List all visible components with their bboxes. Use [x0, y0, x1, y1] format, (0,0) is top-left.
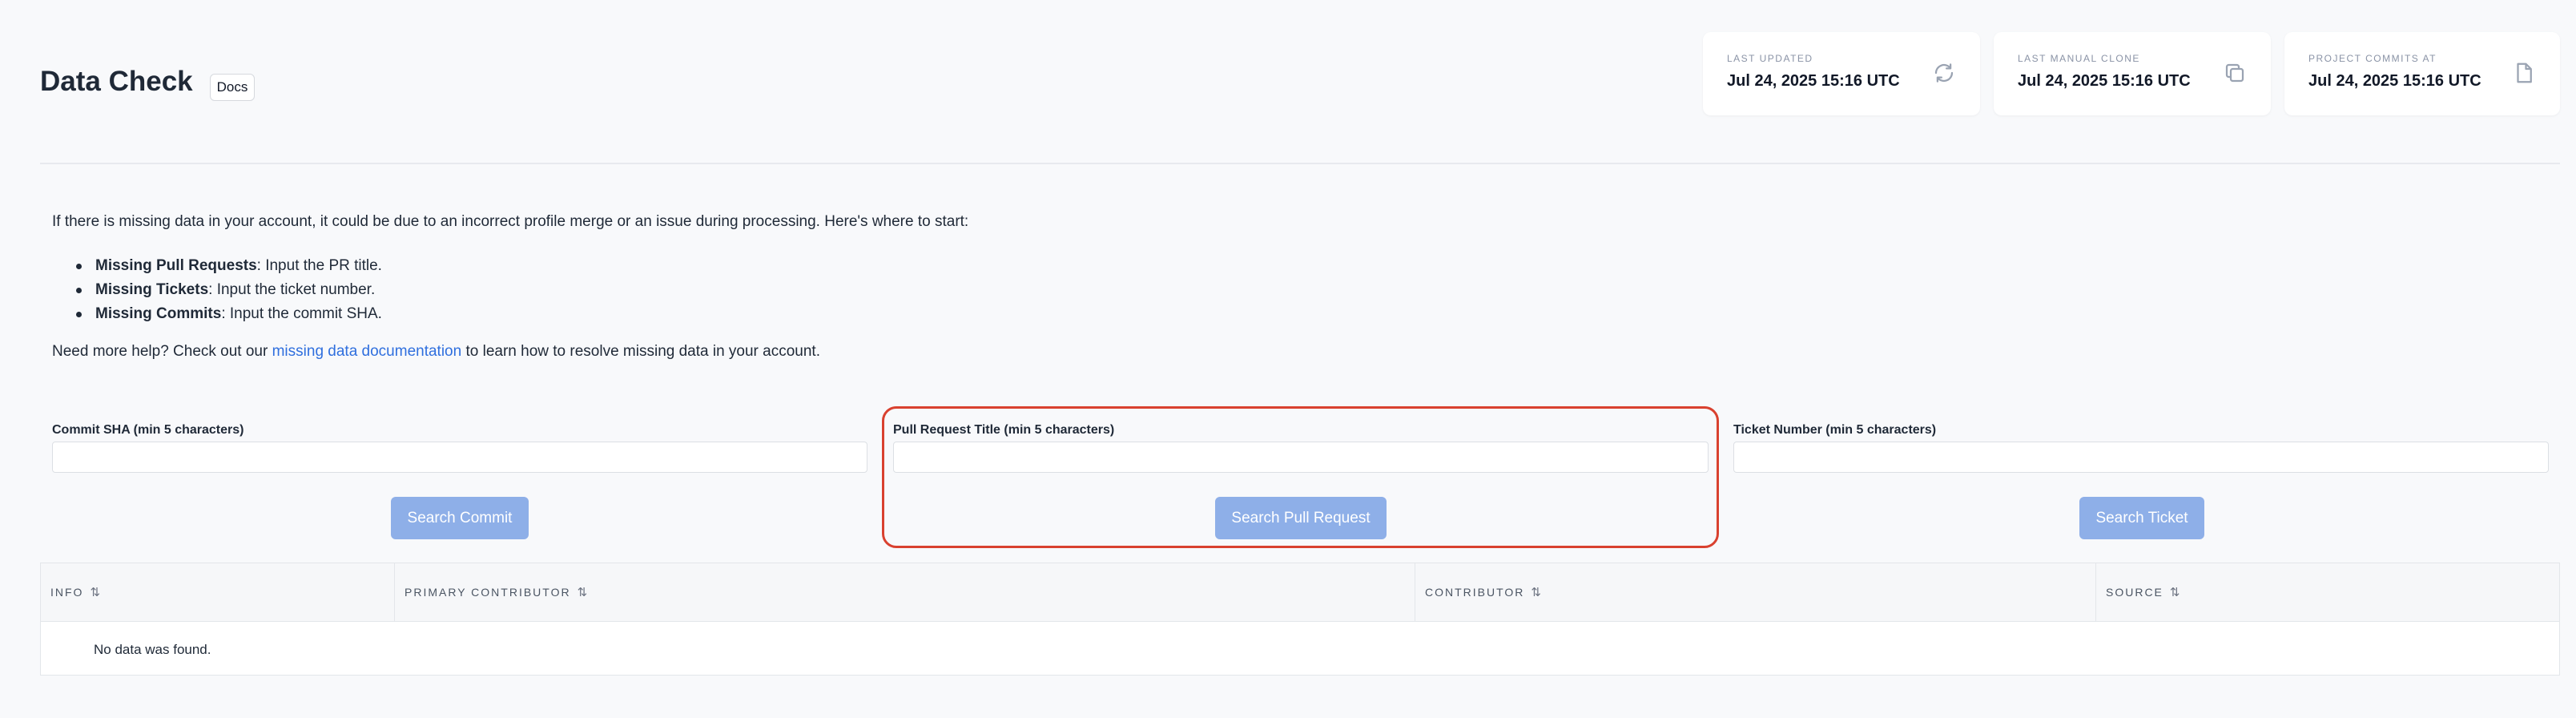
column-header-primary-contributor[interactable]: PRIMARY CONTRIBUTOR ⇅ [394, 563, 1415, 621]
help-text: Need more help? Check out our missing da… [52, 343, 820, 361]
sort-icon[interactable]: ⇅ [1531, 585, 1541, 599]
help-prefix: Need more help? Check out our [52, 343, 272, 360]
results-table: INFO ⇅ PRIMARY CONTRIBUTOR ⇅ CONTRIBUTOR ⇅ … [40, 563, 2560, 676]
page-title: Data Check [40, 66, 193, 97]
help-suffix: to learn how to resolve missing data in … [461, 343, 820, 360]
list-item: Missing Pull Requests: Input the PR titl… [76, 254, 382, 278]
column-header-contributor[interactable]: CONTRIBUTOR ⇅ [1415, 563, 2095, 621]
stat-value: Jul 24, 2025 15:16 UTC [2308, 72, 2481, 90]
pull-request-title-label: Pull Request Title (min 5 characters) [893, 423, 1115, 437]
stat-label: LAST MANUAL CLONE [2018, 53, 2140, 64]
stat-label: LAST UPDATED [1727, 53, 1813, 64]
commit-sha-input[interactable] [52, 442, 867, 473]
intro-text: If there is missing data in your account… [52, 213, 969, 230]
sort-icon[interactable]: ⇅ [90, 585, 100, 599]
missing-data-list: Missing Pull Requests: Input the PR titl… [76, 254, 382, 326]
pull-request-title-input[interactable] [893, 442, 1709, 473]
column-header-label: CONTRIBUTOR [1425, 586, 1525, 599]
copy-icon[interactable] [2223, 61, 2247, 85]
table-header: INFO ⇅ PRIMARY CONTRIBUTOR ⇅ CONTRIBUTOR ⇅ … [41, 563, 2559, 622]
ticket-number-input[interactable] [1733, 442, 2549, 473]
list-item: Missing Tickets: Input the ticket number… [76, 278, 382, 302]
column-header-label: PRIMARY CONTRIBUTOR [405, 586, 571, 599]
column-header-label: SOURCE [2106, 586, 2163, 599]
list-item-text: : Input the ticket number. [208, 281, 376, 298]
list-item-title: Missing Tickets [95, 281, 209, 298]
commit-sha-label: Commit SHA (min 5 characters) [52, 423, 244, 437]
empty-state-text: No data was found. [94, 642, 211, 657]
stat-label: PROJECT COMMITS AT [2308, 53, 2437, 64]
ticket-number-label: Ticket Number (min 5 characters) [1733, 423, 1937, 437]
header-divider [40, 163, 2560, 164]
list-item-text: : Input the PR title. [256, 257, 382, 274]
stat-card-last-manual-clone: LAST MANUAL CLONE Jul 24, 2025 15:16 UTC [1994, 32, 2271, 115]
sort-icon[interactable]: ⇅ [2170, 585, 2180, 599]
sort-icon[interactable]: ⇅ [578, 585, 588, 599]
list-item: Missing Commits: Input the commit SHA. [76, 302, 382, 326]
list-item-title: Missing Commits [95, 305, 222, 322]
search-pull-request-button[interactable]: Search Pull Request [1215, 497, 1387, 539]
stat-card-project-commits-at: PROJECT COMMITS AT Jul 24, 2025 15:16 UT… [2284, 32, 2560, 115]
file-icon[interactable] [2512, 61, 2536, 85]
column-header-label: INFO [50, 586, 84, 599]
missing-data-documentation-link[interactable]: missing data documentation [272, 343, 462, 360]
list-item-text: : Input the commit SHA. [221, 305, 382, 322]
search-ticket-button[interactable]: Search Ticket [2079, 497, 2204, 539]
docs-button[interactable]: Docs [210, 74, 255, 101]
list-item-title: Missing Pull Requests [95, 257, 257, 274]
column-header-source[interactable]: SOURCE ⇅ [2095, 563, 2559, 621]
search-commit-button[interactable]: Search Commit [391, 497, 529, 539]
stat-value: Jul 24, 2025 15:16 UTC [1727, 72, 1900, 90]
column-header-info[interactable]: INFO ⇅ [41, 563, 394, 621]
refresh-icon[interactable] [1932, 61, 1956, 85]
stat-value: Jul 24, 2025 15:16 UTC [2018, 72, 2191, 90]
stat-card-last-updated: LAST UPDATED Jul 24, 2025 15:16 UTC [1703, 32, 1980, 115]
